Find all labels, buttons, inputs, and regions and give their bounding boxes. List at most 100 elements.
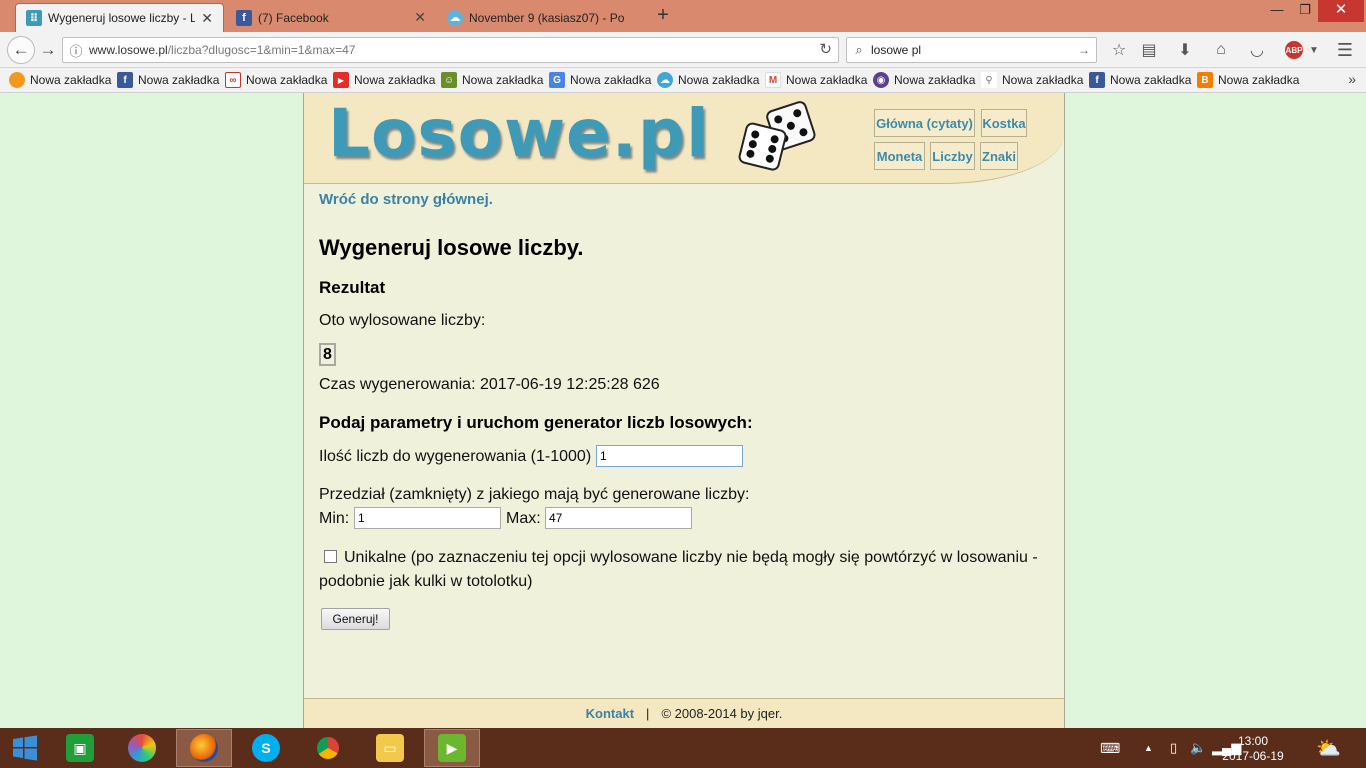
page-viewport: Losowe.pl Główna (cytaty) Kostka Moneta (0, 93, 1366, 728)
unique-label: Unikalne (po zaznaczeniu tej opcji wylos… (344, 549, 1038, 566)
facebook-icon: f (1089, 72, 1105, 88)
back-to-home-link[interactable]: Wróć do strony głównej. (319, 191, 493, 208)
nav-liczby[interactable]: Liczby (930, 142, 975, 170)
bookmark-item[interactable]: f Nowa zakładka (1089, 72, 1191, 88)
youtube-icon: ▶ (333, 72, 349, 88)
result-heading: Rezultat (319, 278, 386, 297)
losowe-favicon-icon: ⠿ (26, 10, 42, 26)
unique-label-cont: podobnie jak kulki w totolotku) (319, 573, 533, 590)
reading-list-icon[interactable]: ▤ (1138, 40, 1160, 60)
min-input[interactable] (354, 507, 501, 529)
footer-copyright: © 2008-2014 by jqer. (661, 706, 783, 721)
bookmark-label: Nowa zakładka (786, 73, 868, 87)
tab-facebook[interactable]: f (7) Facebook ✕ (226, 3, 436, 32)
generate-button[interactable]: Generuj! (321, 608, 390, 630)
taskbar-store[interactable]: ▣ (52, 729, 108, 767)
clock[interactable]: 13:00 2017-06-19 (1218, 734, 1288, 764)
battery-icon[interactable]: ▯ (1170, 740, 1177, 756)
bookmark-item[interactable]: ☺ Nowa zakładka (441, 72, 543, 88)
play-icon: ▶ (438, 734, 466, 762)
windows-logo-icon (13, 735, 37, 761)
nav-glowna[interactable]: Główna (cytaty) (874, 109, 975, 137)
taskbar-firefox[interactable] (176, 729, 232, 767)
menu-icon[interactable]: ☰ (1334, 40, 1356, 60)
site-header: Losowe.pl Główna (cytaty) Kostka Moneta (304, 93, 1064, 184)
blogger-icon: B (1197, 72, 1213, 88)
bookmark-label: Nowa zakładka (570, 73, 652, 87)
info-icon[interactable]: ⓘ (63, 41, 89, 60)
tab-november[interactable]: ☁ November 9 (kasiasz07) - Po (437, 3, 645, 32)
close-tab-icon[interactable]: ✕ (201, 10, 213, 27)
count-input[interactable] (596, 445, 743, 467)
bookmark-item[interactable]: ⚲ Nowa zakładka (981, 72, 1083, 88)
restore-button[interactable]: ❐ (1290, 0, 1320, 22)
tab-strip: ⠿ Wygeneruj losowe liczby - Lo ✕ f (7) F… (0, 0, 1366, 32)
taskbar-explorer[interactable]: ▭ (362, 729, 418, 767)
new-tab-button[interactable]: + (652, 5, 674, 27)
bookmark-item[interactable]: B Nowa zakładka (1197, 72, 1299, 88)
minimize-button[interactable]: — (1262, 0, 1292, 22)
search-bar[interactable]: ⌕ losowe pl → (846, 37, 1097, 63)
home-icon[interactable]: ⌂ (1210, 40, 1232, 60)
params-heading: Podaj parametry i uruchom generator licz… (319, 413, 753, 432)
start-button[interactable] (0, 729, 50, 767)
unique-checkbox[interactable] (324, 550, 337, 563)
bookmark-label: Nowa zakładka (354, 73, 436, 87)
tab-losowe[interactable]: ⠿ Wygeneruj losowe liczby - Lo ✕ (15, 3, 224, 32)
chrome-icon (314, 734, 342, 762)
search-input[interactable]: losowe pl (871, 43, 921, 57)
close-window-button[interactable]: ✕ (1318, 0, 1364, 22)
chevron-up-icon[interactable]: ▲ (1144, 743, 1153, 753)
cloud-icon: ☁ (447, 9, 463, 26)
bookmark-item[interactable]: ▶ Nowa zakładka (333, 72, 435, 88)
bookmark-item[interactable]: G Nowa zakładka (549, 72, 651, 88)
bookmark-label: Nowa zakładka (1002, 73, 1084, 87)
bookmark-label: Nowa zakładka (894, 73, 976, 87)
orange-circle-icon (9, 72, 25, 88)
pocket-icon[interactable]: ◡ (1246, 40, 1268, 60)
adblock-plus-icon[interactable]: ABP (1285, 41, 1303, 59)
bookmark-item[interactable]: f Nowa zakładka (117, 72, 219, 88)
car-icon: ∞ (225, 72, 241, 88)
bookmarks-more-icon[interactable]: » (1348, 71, 1356, 87)
nav-moneta[interactable]: Moneta (874, 142, 925, 170)
back-button[interactable]: ← (7, 36, 35, 64)
volume-icon[interactable]: 🔈 (1190, 740, 1206, 756)
download-icon[interactable]: ⬇ (1174, 40, 1196, 60)
search-go-icon[interactable]: → (1078, 43, 1090, 57)
bookmark-star-icon[interactable]: ☆ (1108, 40, 1130, 60)
taskbar-skype[interactable]: S (238, 729, 294, 767)
taskbar-chrome[interactable] (300, 729, 356, 767)
site-logo[interactable]: Losowe.pl (328, 95, 710, 172)
arrow-right-icon: → (39, 40, 57, 59)
firefox-icon (190, 734, 218, 762)
footer-separator: | (646, 706, 650, 721)
taskbar-picasa[interactable] (114, 729, 170, 767)
generated-time: Czas wygenerowania: 2017-06-19 12:25:28 … (319, 376, 660, 393)
forward-button[interactable]: → (36, 38, 60, 62)
bookmark-item[interactable]: M Nowa zakładka (765, 72, 867, 88)
bookmark-item[interactable]: ◉ Nowa zakładka (873, 72, 975, 88)
chevron-down-icon[interactable]: ▼ (1303, 40, 1325, 60)
bookmark-item[interactable]: ∞ Nowa zakładka (225, 72, 327, 88)
taskbar: ▣ S ▭ ▶ ⌨ ▲ ▯ 🔈 ▂▄▆ 13:00 2017-06-19 ⛅ (0, 728, 1366, 768)
address-bar[interactable]: ⓘ www.losowe.pl/liczba?dlugosc=1&min=1&m… (62, 37, 839, 63)
max-input[interactable] (545, 507, 692, 529)
reload-icon[interactable]: ↻ (819, 40, 832, 58)
max-label: Max: (506, 510, 541, 527)
gmail-icon: M (765, 72, 781, 88)
arrow-left-icon: ← (12, 40, 30, 59)
bookmark-item[interactable]: Nowa zakładka (9, 72, 111, 88)
close-tab-icon[interactable]: ✕ (414, 9, 426, 26)
bookmark-item[interactable]: ☁ Nowa zakładka (657, 72, 759, 88)
bookmark-label: Nowa zakładka (462, 73, 544, 87)
keyboard-icon[interactable]: ⌨ (1100, 740, 1120, 757)
contact-link[interactable]: Kontakt (586, 706, 634, 721)
nav-kostka[interactable]: Kostka (981, 109, 1027, 137)
taskbar-video[interactable]: ▶ (424, 729, 480, 767)
weather-icon[interactable]: ⛅ (1316, 736, 1341, 761)
bookmark-label: Nowa zakładka (1110, 73, 1192, 87)
nav-znaki[interactable]: Znaki (980, 142, 1018, 170)
skype-icon: S (252, 734, 280, 762)
result-number: 8 (319, 343, 336, 366)
